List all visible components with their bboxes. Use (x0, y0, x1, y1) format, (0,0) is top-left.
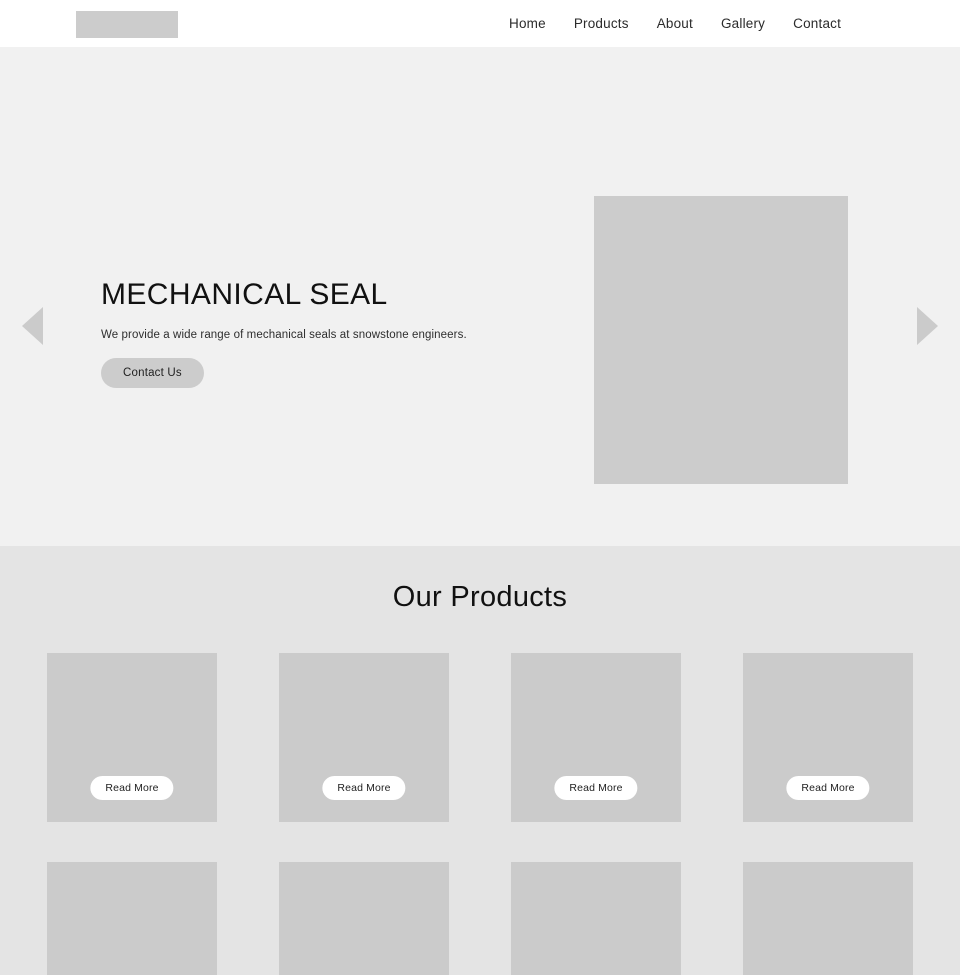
logo[interactable] (76, 11, 178, 38)
read-more-button[interactable]: Read More (554, 776, 638, 800)
hero-title: MECHANICAL SEAL (101, 278, 388, 311)
product-card[interactable]: Read More (279, 653, 449, 822)
nav-item-gallery[interactable]: Gallery (707, 0, 779, 47)
nav-item-about[interactable]: About (643, 0, 707, 47)
contact-us-button[interactable]: Contact Us (101, 358, 204, 388)
read-more-button[interactable]: Read More (90, 776, 174, 800)
product-card[interactable] (743, 862, 913, 975)
hero-subtitle: We provide a wide range of mechanical se… (101, 329, 467, 341)
read-more-button[interactable]: Read More (786, 776, 870, 800)
product-card[interactable] (511, 862, 681, 975)
nav-item-products[interactable]: Products (560, 0, 643, 47)
products-section: Our Products Read More Read More Read Mo… (0, 546, 960, 975)
hero-slider: MECHANICAL SEAL We provide a wide range … (0, 47, 960, 546)
products-title: Our Products (392, 581, 568, 613)
main-navigation: Home Products About Gallery Contact (495, 0, 855, 47)
hero-content: MECHANICAL SEAL We provide a wide range … (101, 277, 521, 388)
site-header: Home Products About Gallery Contact (0, 0, 960, 47)
nav-item-home[interactable]: Home (495, 0, 560, 47)
read-more-button[interactable]: Read More (322, 776, 406, 800)
product-card[interactable]: Read More (743, 653, 913, 822)
product-card[interactable] (279, 862, 449, 975)
slider-next-arrow-icon[interactable] (917, 307, 938, 345)
product-card[interactable] (47, 862, 217, 975)
hero-image (594, 196, 848, 484)
product-card[interactable]: Read More (511, 653, 681, 822)
products-grid: Read More Read More Read More Read More (47, 653, 913, 975)
product-card[interactable]: Read More (47, 653, 217, 822)
slider-prev-arrow-icon[interactable] (22, 307, 43, 345)
nav-item-contact[interactable]: Contact (779, 0, 855, 47)
